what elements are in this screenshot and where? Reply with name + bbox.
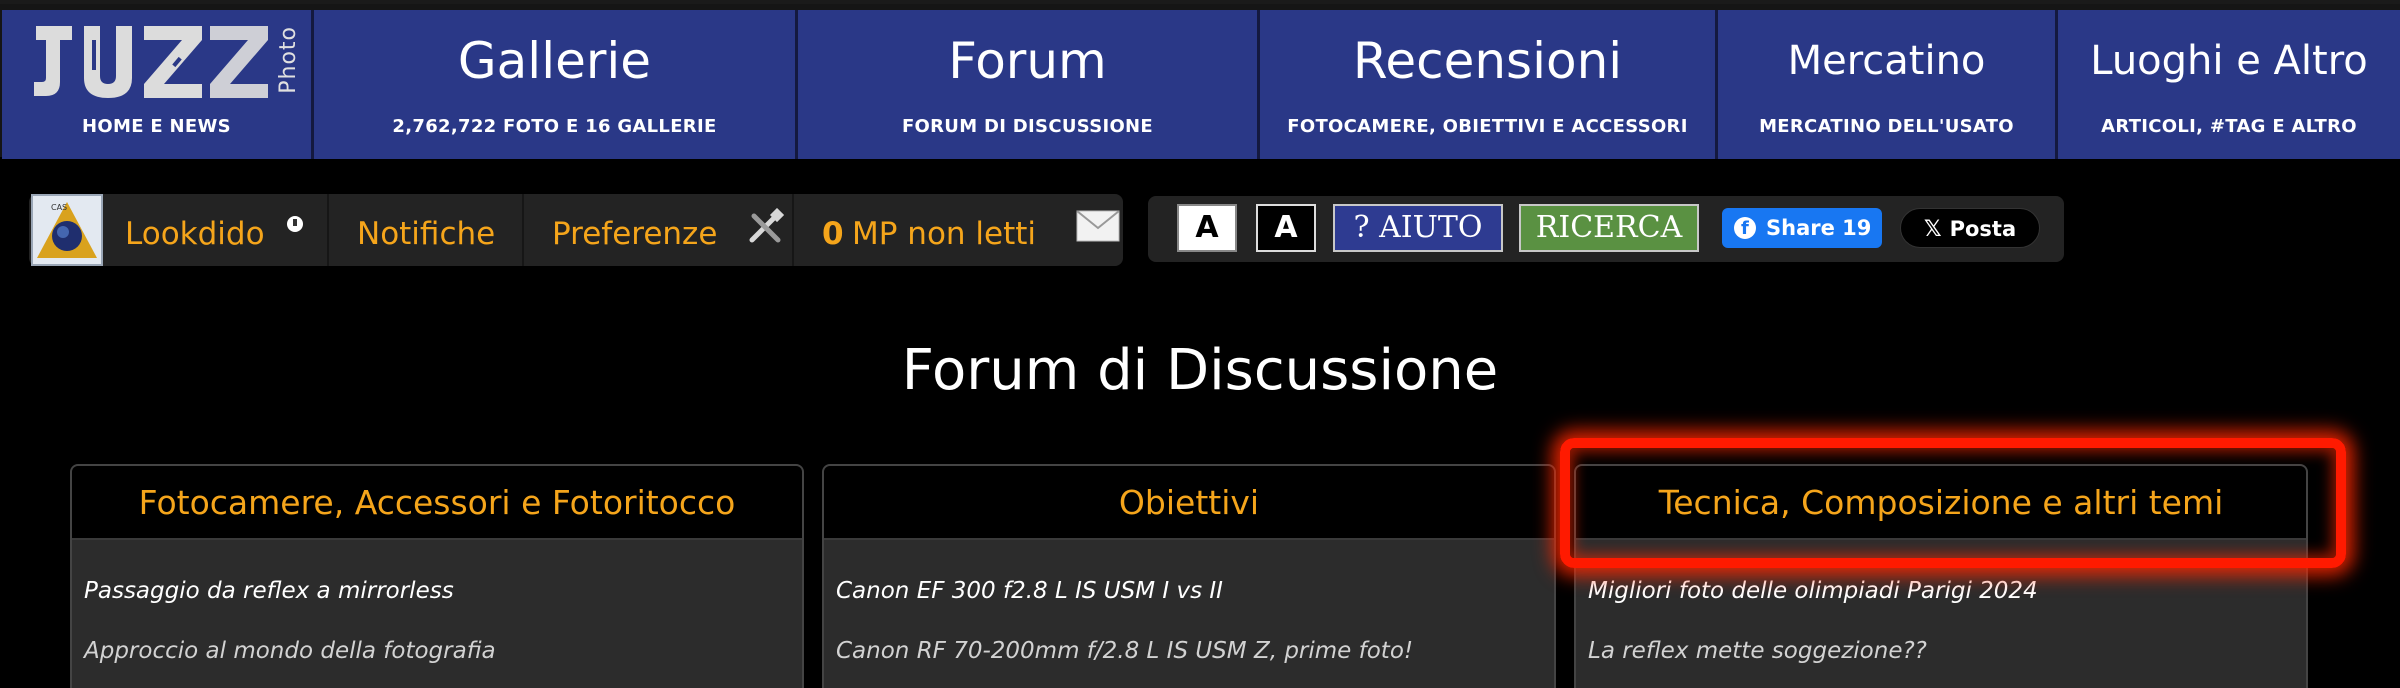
page-title: Forum di Discussione — [901, 338, 1499, 403]
topic-link[interactable]: Approccio al mondo della fotografia — [84, 638, 496, 664]
user-profile-link[interactable]: CAS Lookdido — [29, 194, 329, 266]
nav-gallerie-subtitle: 2,762,722 FOTO E 16 GALLERIE — [392, 116, 717, 137]
forum-category-fotocamere: Fotocamere, Accessori e Fotoritocco Pass… — [70, 464, 804, 688]
nav-mercatino[interactable]: Mercatino MERCATINO DELL'USATO — [1718, 10, 2058, 159]
forum-category-obiettivi: Obiettivi Canon EF 300 f2.8 L IS USM I v… — [822, 464, 1556, 688]
dark-theme-button[interactable]: A — [1256, 204, 1316, 252]
nav-luoghi-title: Luoghi e Altro — [2090, 38, 2368, 84]
facebook-icon: f — [1734, 217, 1756, 239]
posta-label: Posta — [1949, 217, 2017, 241]
avatar[interactable]: CAS — [31, 194, 103, 266]
nav-home-label: HOME E NEWS — [82, 116, 231, 137]
nav-mercatino-title: Mercatino — [1787, 38, 1986, 84]
top-navigation: Photo HOME E NEWS Gallerie 2,762,722 FOT… — [0, 0, 2400, 159]
nav-forum[interactable]: Forum FORUM DI DISCUSSIONE — [798, 10, 1260, 159]
share-label: Share 19 — [1766, 216, 1872, 240]
nav-forum-title: Forum — [948, 32, 1107, 90]
nav-recensioni-subtitle: FOTOCAMERE, OBIETTIVI E ACCESSORI — [1287, 116, 1688, 137]
avatar-icon: CAS — [33, 196, 101, 264]
preferenze-link[interactable]: Preferenze — [524, 194, 794, 266]
user-bar: CAS Lookdido Notifiche Preferenze 0 MP n… — [29, 194, 1123, 266]
logo-subtitle: Photo — [276, 26, 301, 94]
topic-link[interactable]: Canon EF 300 f2.8 L IS USM I vs II — [836, 578, 1223, 604]
messaggi-link[interactable]: 0 MP non letti — [794, 194, 1123, 266]
nav-gallerie-title: Gallerie — [457, 32, 652, 90]
topic-link[interactable]: La reflex mette soggezione?? — [1588, 638, 1927, 664]
nav-luoghi[interactable]: Luoghi e Altro ARTICOLI, #TAG E ALTRO — [2058, 10, 2400, 159]
power-icon[interactable] — [287, 216, 303, 232]
topic-link[interactable]: Passaggio da reflex a mirrorless — [84, 578, 454, 604]
envelope-icon — [1076, 210, 1120, 242]
topic-link[interactable]: Canon RF 70-200mm f/2.8 L IS USM Z, prim… — [836, 638, 1413, 664]
username: Lookdido — [125, 216, 265, 252]
light-theme-button[interactable]: A — [1177, 204, 1237, 252]
svg-text:CAS: CAS — [51, 203, 67, 212]
mp-label: MP non letti — [852, 216, 1037, 252]
nav-recensioni-title: Recensioni — [1352, 32, 1623, 90]
forum-category-tecnica: Tecnica, Composizione e altri temi Migli… — [1574, 464, 2308, 688]
nav-forum-subtitle: FORUM DI DISCUSSIONE — [901, 116, 1154, 137]
notifiche-label: Notifiche — [357, 216, 496, 252]
x-post-button[interactable]: 𝕏 Posta — [1900, 208, 2040, 248]
help-button[interactable]: ? AIUTO — [1333, 204, 1503, 252]
nav-home[interactable]: Photo HOME E NEWS — [2, 10, 314, 159]
mp-count: 0 — [822, 216, 844, 252]
nav-luoghi-subtitle: ARTICOLI, #TAG E ALTRO — [2101, 116, 2357, 137]
notifiche-link[interactable]: Notifiche — [329, 194, 524, 266]
nav-gallerie[interactable]: Gallerie 2,762,722 FOTO E 16 GALLERIE — [314, 10, 798, 159]
site-logo[interactable]: Photo — [18, 20, 302, 102]
x-logo-icon: 𝕏 — [1923, 217, 1942, 242]
logo-graphic — [34, 26, 268, 98]
preferenze-label: Preferenze — [552, 216, 718, 252]
category-title[interactable]: Obiettivi — [824, 466, 1554, 540]
nav-recensioni[interactable]: Recensioni FOTOCAMERE, OBIETTIVI E ACCES… — [1260, 10, 1718, 159]
tools-icon — [749, 208, 784, 243]
category-title[interactable]: Tecnica, Composizione e altri temi — [1576, 466, 2306, 540]
facebook-share-button[interactable]: f Share 19 — [1722, 208, 1882, 248]
search-button[interactable]: RICERCA — [1519, 204, 1699, 252]
category-title[interactable]: Fotocamere, Accessori e Fotoritocco — [72, 466, 802, 540]
topic-link[interactable]: Migliori foto delle olimpiadi Parigi 202… — [1588, 578, 2038, 604]
tool-bar: A A ? AIUTO RICERCA f Share 19 𝕏 Posta — [1148, 196, 2064, 262]
nav-mercatino-subtitle: MERCATINO DELL'USATO — [1759, 116, 2014, 137]
